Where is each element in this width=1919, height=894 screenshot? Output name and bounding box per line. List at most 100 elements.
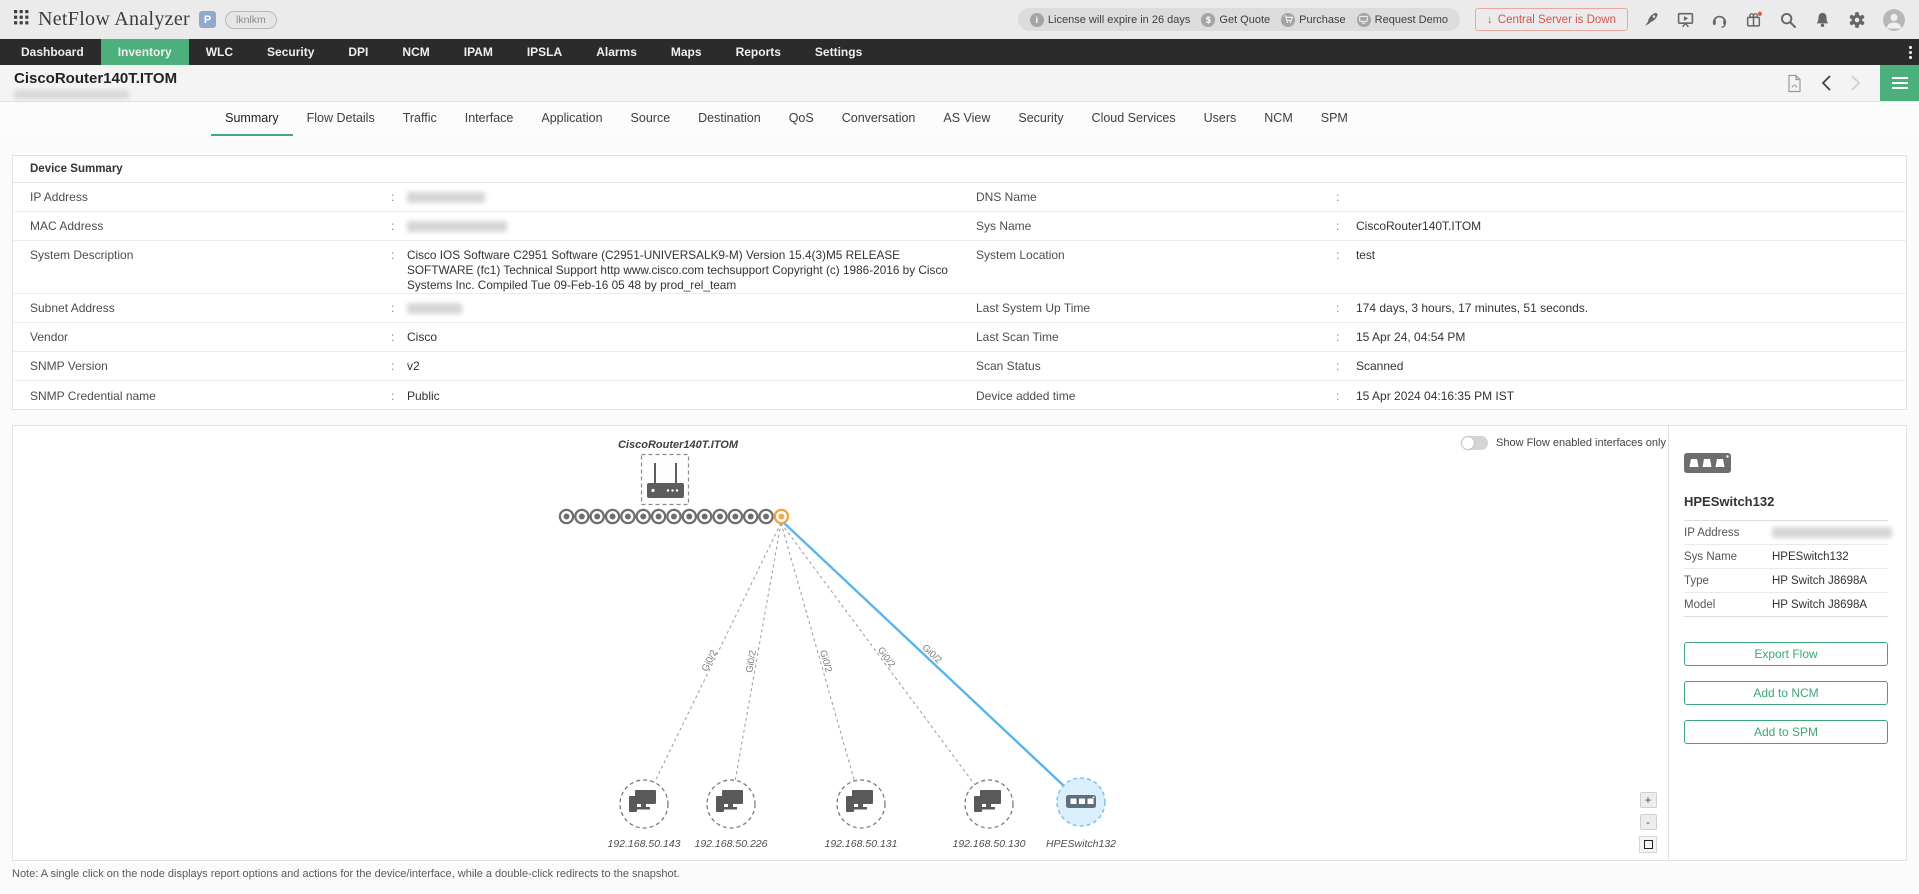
nav-tab-ipsla[interactable]: IPSLA — [510, 39, 579, 65]
colon: : — [391, 190, 395, 204]
port-dot — [763, 513, 770, 520]
avatar[interactable] — [1883, 8, 1905, 31]
tab-as-view[interactable]: AS View — [929, 102, 1004, 136]
nav-more-icon[interactable] — [1909, 39, 1912, 65]
summary-row: MAC Address: Sys Name: CiscoRouter140T.ITO… — [13, 212, 1906, 241]
central-server-button[interactable]: ↓ Central Server is Down — [1475, 8, 1628, 31]
redacted-value — [407, 220, 507, 232]
app-grid-icon[interactable] — [14, 9, 29, 30]
request-demo-label: Request Demo — [1374, 13, 1449, 26]
device-detail-panel: HPESwitch132 IP Address Sys Name HPESwitch… — [1668, 426, 1906, 860]
node-pc[interactable]: 192.168.50.143 — [608, 779, 681, 850]
port-dot — [717, 513, 723, 520]
tab-security[interactable]: Security — [1004, 102, 1077, 136]
tab-conversation[interactable]: Conversation — [828, 102, 930, 136]
colon: : — [1336, 248, 1340, 262]
brand: NetFlow Analyzer P lknlkm — [14, 8, 277, 31]
colon: : — [1336, 388, 1340, 403]
colon: : — [391, 359, 395, 373]
top-bar-right: i License will expire in 26 days $ Get Q… — [1017, 8, 1905, 31]
tab-cloud-services[interactable]: Cloud Services — [1078, 102, 1190, 136]
rocket-icon[interactable] — [1643, 11, 1660, 28]
port-dot — [747, 513, 754, 520]
field-label: Last System Up Time — [976, 301, 1091, 315]
colon: : — [1336, 359, 1340, 373]
field-value: test — [1356, 248, 1376, 262]
license-pill: i License will expire in 26 days $ Get Q… — [1017, 8, 1461, 31]
colon: : — [391, 301, 395, 315]
nav-tab-dpi[interactable]: DPI — [331, 39, 385, 65]
request-demo-button[interactable]: Request Demo — [1356, 12, 1449, 27]
tab-summary[interactable]: Summary — [211, 102, 293, 136]
tab-destination[interactable]: Destination — [684, 102, 775, 136]
port-dot — [778, 513, 785, 520]
tab-flow-details[interactable]: Flow Details — [293, 102, 389, 136]
edition-badge: P — [199, 11, 216, 28]
node-pc[interactable]: 192.168.50.226 — [695, 779, 768, 850]
down-arrow-icon: ↓ — [1487, 13, 1493, 26]
field-label: Device added time — [976, 388, 1076, 403]
page-title: CiscoRouter140T.ITOM — [14, 70, 178, 87]
field-value: CiscoRouter140T.ITOM — [1356, 219, 1482, 233]
nav-tab-ipam[interactable]: IPAM — [447, 39, 510, 65]
field-label: Last Scan Time — [976, 330, 1059, 344]
nav-tab-security[interactable]: Security — [250, 39, 331, 65]
node-switch-selected[interactable]: HPESwitch132 — [1046, 777, 1116, 850]
nav-tab-reports[interactable]: Reports — [719, 39, 798, 65]
settings-gear-icon[interactable] — [1848, 11, 1866, 29]
export-flow-button[interactable]: Export Flow — [1684, 642, 1888, 666]
flow-interfaces-toggle[interactable] — [1461, 436, 1488, 450]
router-label: CiscoRouter140T.ITOM — [618, 439, 739, 451]
flow-toggle-row: Show Flow enabled interfaces only — [1461, 433, 1694, 453]
tab-qos[interactable]: QoS — [775, 102, 828, 136]
pdf-export-icon[interactable] — [1786, 74, 1802, 93]
tab-interface[interactable]: Interface — [451, 102, 528, 136]
notifications-bell-icon[interactable] — [1814, 11, 1831, 28]
nav-tab-ncm[interactable]: NCM — [385, 39, 446, 65]
node-label: 192.168.50.131 — [825, 838, 898, 850]
main-nav: Dashboard Inventory WLC Security DPI NCM IPAM I… — [0, 39, 1919, 65]
zoom-out-button[interactable]: - — [1639, 814, 1657, 830]
tab-users[interactable]: Users — [1190, 102, 1251, 136]
edge-label: Gi0/2 — [817, 649, 834, 674]
nav-tab-maps[interactable]: Maps — [654, 39, 719, 65]
node-pc[interactable]: 192.168.50.131 — [825, 779, 898, 850]
menu-icon[interactable] — [1880, 65, 1919, 101]
node-pc[interactable]: 192.168.50.130 — [953, 779, 1026, 850]
nav-tab-dashboard[interactable]: Dashboard — [4, 39, 101, 65]
subtabs: Summary Flow Details Traffic Interface Appli… — [211, 102, 1362, 136]
tab-source[interactable]: Source — [617, 102, 685, 136]
search-icon[interactable] — [1779, 11, 1797, 29]
zoom-controls: + - — [1639, 792, 1657, 853]
next-icon[interactable] — [1850, 74, 1862, 92]
summary-row: Vendor: Cisco Last Scan Time: 15 Apr 24, 04… — [13, 323, 1906, 352]
get-quote-button[interactable]: $ Get Quote — [1201, 12, 1270, 27]
colon: : — [1336, 190, 1340, 204]
purchase-button[interactable]: Purchase — [1281, 12, 1346, 27]
tab-traffic[interactable]: Traffic — [389, 102, 451, 136]
gift-icon[interactable] — [1745, 11, 1762, 28]
port-dot — [578, 513, 585, 520]
nav-tab-inventory[interactable]: Inventory — [100, 39, 189, 65]
fit-screen-button[interactable] — [1639, 836, 1657, 853]
nav-tab-wlc[interactable]: WLC — [189, 39, 250, 65]
detail-value: HP Switch J8698A — [1772, 598, 1868, 611]
nav-tab-alarms[interactable]: Alarms — [579, 39, 654, 65]
tab-application[interactable]: Application — [527, 102, 616, 136]
zoom-in-button[interactable]: + — [1639, 792, 1657, 808]
presentation-icon[interactable] — [1677, 11, 1694, 28]
support-headset-icon[interactable] — [1711, 11, 1728, 28]
license-warning[interactable]: i License will expire in 26 days — [1029, 12, 1190, 27]
nav-tab-settings[interactable]: Settings — [798, 39, 879, 65]
tab-spm[interactable]: SPM — [1307, 102, 1362, 136]
tab-ncm[interactable]: NCM — [1250, 102, 1306, 136]
prev-icon[interactable] — [1820, 74, 1832, 92]
device-summary-panel: Device Summary IP Address: DNS Name: MAC A… — [12, 155, 1907, 410]
add-to-ncm-button[interactable]: Add to NCM — [1684, 681, 1888, 705]
detail-label: Model — [1684, 598, 1716, 611]
detail-value: HPESwitch132 — [1772, 550, 1849, 563]
add-to-spm-button[interactable]: Add to SPM — [1684, 720, 1888, 744]
device-summary-rows: IP Address: DNS Name: MAC Address: Sys Name… — [13, 183, 1906, 410]
field-label: IP Address — [30, 190, 88, 204]
port-dot — [594, 513, 601, 520]
